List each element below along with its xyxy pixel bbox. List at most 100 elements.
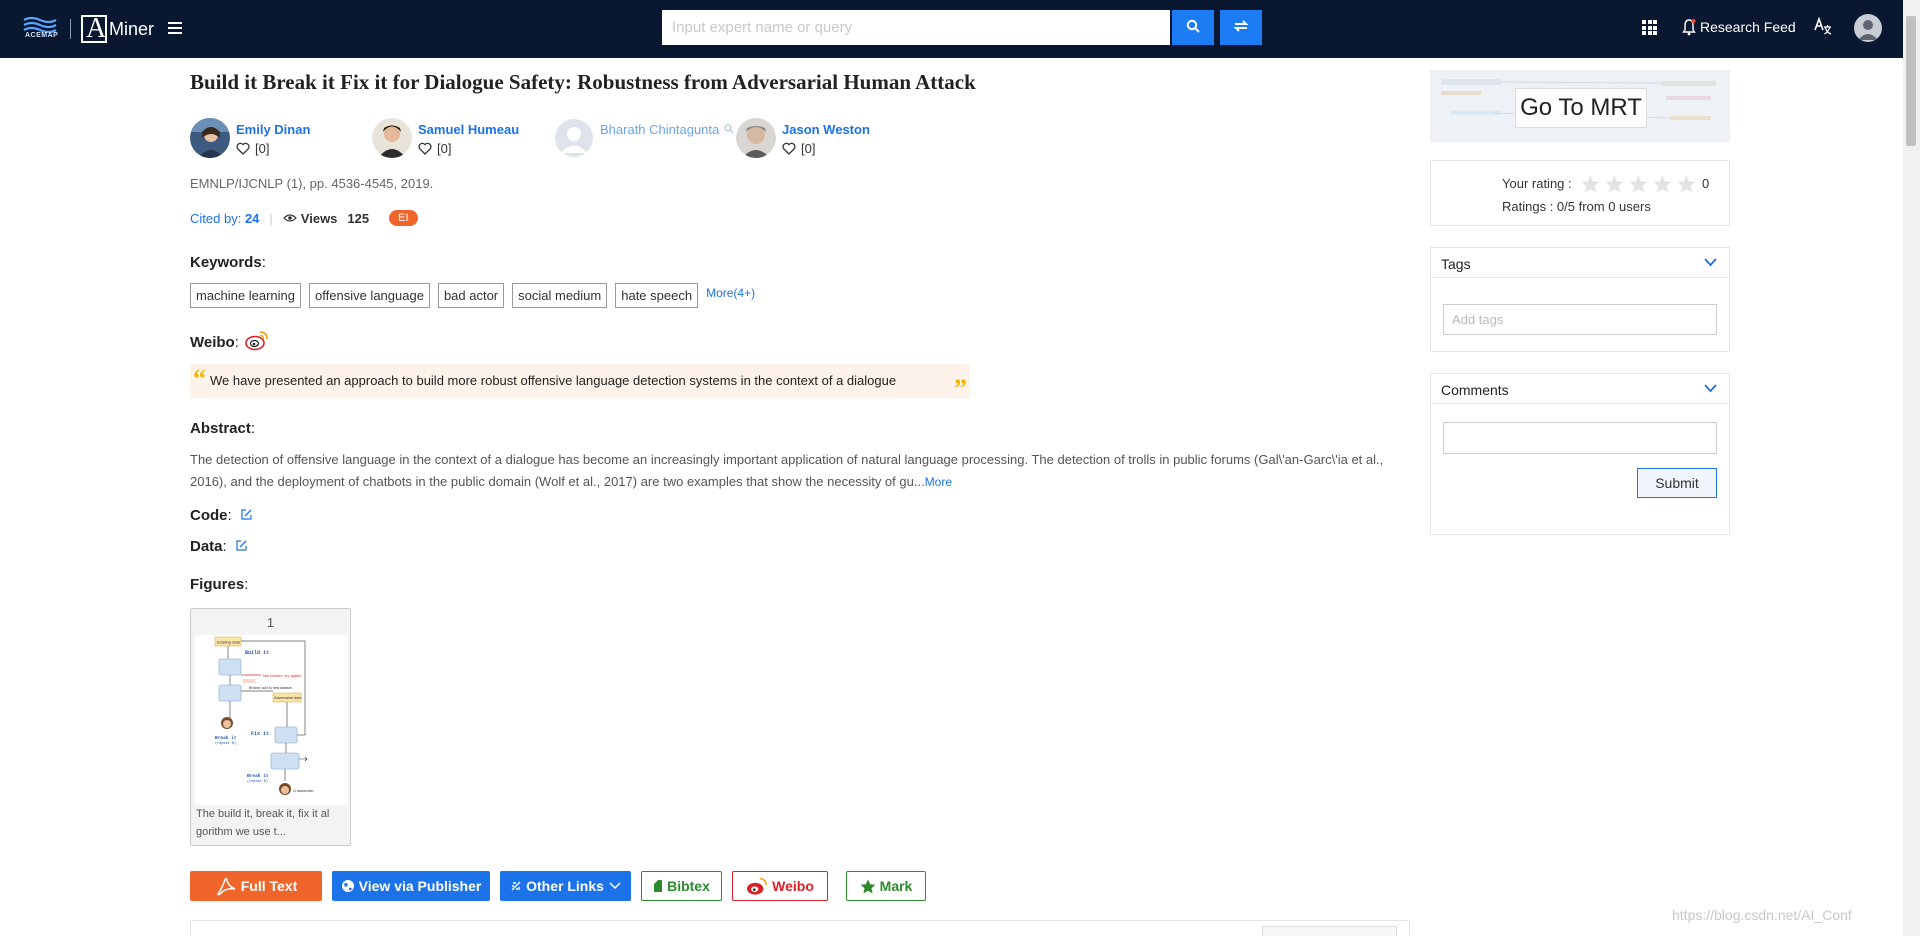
keyword-tag[interactable]: offensive language [309, 283, 430, 308]
keyword-tag[interactable]: machine learning [190, 283, 302, 308]
tags-panel-header[interactable]: Tags [1431, 248, 1729, 278]
tags-title: Tags [1441, 256, 1471, 272]
comments-panel-header[interactable]: Comments [1431, 374, 1729, 404]
author-photo[interactable] [190, 118, 230, 158]
go-to-mrt-card[interactable]: Go To MRT [1430, 70, 1730, 142]
bell-icon [1682, 19, 1696, 36]
bibtex-button[interactable]: Bibtex [641, 871, 722, 901]
open-quote-icon: “ [193, 364, 206, 393]
logo-separator [70, 19, 71, 39]
user-avatar-icon[interactable] [1854, 14, 1882, 42]
user-silhouette-icon [1858, 20, 1878, 40]
rating-star-icon[interactable] [1677, 175, 1696, 193]
heart-icon [418, 142, 432, 155]
rating-star-icon[interactable] [1629, 175, 1648, 193]
eye-icon [282, 214, 297, 222]
code-heading: Code: [190, 507, 253, 524]
rating-star-icon[interactable] [1605, 175, 1624, 193]
swap-search-button[interactable] [1220, 10, 1262, 45]
link-icon [511, 881, 521, 891]
author-avatar-icon [190, 118, 230, 158]
chevron-down-icon[interactable] [1704, 384, 1717, 393]
keyword-tag[interactable]: hate speech [615, 283, 699, 308]
keyword-tag[interactable]: bad actor [437, 283, 505, 308]
mark-label: Mark [879, 878, 913, 894]
keyword-tag[interactable]: social medium [512, 283, 608, 308]
full-text-button[interactable]: Full Text [190, 871, 322, 901]
other-links-label: Other Links [526, 878, 604, 894]
author-photo-placeholder[interactable] [554, 118, 594, 158]
tags-panel: Tags [1430, 247, 1730, 352]
code-colon: : [227, 507, 232, 524]
author-follow[interactable]: [0] [782, 141, 815, 156]
watermark-text: https://blog.csdn.net/AI_Conf [1672, 907, 1852, 923]
comments-title: Comments [1441, 382, 1509, 398]
figures-heading: Figures: [190, 576, 248, 593]
author-photo[interactable] [736, 118, 776, 158]
author-photo[interactable] [372, 118, 412, 158]
author-follow[interactable]: [0] [236, 141, 269, 156]
go-to-mrt-button[interactable]: Go To MRT [1515, 88, 1647, 128]
views-count: 125 [347, 210, 370, 226]
chevron-down-icon[interactable] [1704, 258, 1717, 267]
author-name[interactable]: Jason Weston [782, 122, 870, 137]
heart-icon [236, 142, 250, 155]
weibo-heading: Weibo: [190, 334, 239, 351]
acemap-logo-text: ACEMAP [25, 32, 59, 39]
author-name[interactable]: Bharath Chintagunta [600, 122, 719, 137]
comment-input[interactable] [1443, 422, 1717, 454]
rating-star-icon[interactable] [1581, 175, 1600, 193]
abstract-more-link[interactable]: More [925, 475, 952, 489]
rating-stars[interactable] [1581, 175, 1701, 193]
code-label: Code [190, 507, 228, 524]
research-feed-link[interactable]: Research Feed [1682, 18, 1796, 36]
bottom-panel-tab[interactable] [1262, 926, 1397, 936]
acemap-logo[interactable]: ACEMAP [22, 16, 58, 42]
search-input[interactable] [662, 10, 1170, 45]
search-button[interactable] [1172, 10, 1214, 45]
figure-number: 1 [266, 615, 275, 630]
mark-button[interactable]: Mark [846, 871, 926, 901]
research-feed-label: Research Feed [1700, 19, 1796, 35]
default-avatar-icon [554, 118, 594, 158]
figure-text-break: Break it [215, 735, 237, 741]
view-via-publisher-button[interactable]: View via Publisher [332, 871, 490, 901]
figure-text-build: Build it [245, 650, 269, 656]
paper-metrics: Cited by: 24 | Views 125 EI [190, 210, 418, 226]
edit-code-icon[interactable] [240, 508, 253, 521]
globe-icon [341, 880, 354, 892]
cited-by-count: 24 [244, 210, 260, 226]
keywords-more-link[interactable]: More(4+) [706, 286, 755, 300]
star-icon [860, 879, 876, 893]
comments-panel: Comments Submit [1430, 373, 1730, 535]
keywords-label: Keywords [190, 254, 262, 271]
figure-card[interactable]: 1 Existing data Build it Not broken: try… [190, 608, 351, 846]
author-name[interactable]: Samuel Humeau [418, 122, 519, 137]
edit-data-icon[interactable] [235, 539, 248, 552]
logo-group[interactable]: ACEMAP A Miner [22, 13, 154, 44]
submit-comment-button[interactable]: Submit [1637, 468, 1717, 498]
add-tags-input[interactable] [1443, 304, 1717, 335]
author-follow[interactable]: [0] [418, 141, 451, 156]
cited-by-link[interactable]: Cited by: 24 [190, 211, 259, 226]
author-name[interactable]: Emily Dinan [236, 122, 310, 137]
figure-caption: The build it, break it, fix it al gorith… [196, 808, 330, 838]
aminer-logo-text[interactable]: Miner [109, 19, 154, 40]
search-author-icon[interactable] [724, 124, 734, 134]
figure-text-crowdworker: Crowdworker [293, 789, 314, 793]
paper-title: Build it Break it Fix it for Dialogue Sa… [190, 70, 976, 94]
weibo-share-button[interactable]: Weibo [732, 871, 828, 901]
scrollbar-thumb[interactable] [1906, 16, 1916, 146]
keywords-heading: Keywords: [190, 254, 266, 271]
aminer-logo-mark[interactable]: A [81, 13, 107, 44]
figure-thumbnail[interactable]: Existing data Build it Not broken: try a… [195, 635, 348, 805]
publisher-label: View via Publisher [358, 878, 482, 894]
other-links-dropdown[interactable]: Other Links [500, 871, 631, 901]
menu-icon[interactable] [168, 22, 182, 34]
weibo-quote: “ We have presented an approach to build… [190, 364, 970, 402]
rating-value: 0 [1702, 176, 1710, 191]
figures-colon: : [244, 576, 249, 593]
language-icon[interactable] [1812, 16, 1832, 41]
rating-star-icon[interactable] [1653, 175, 1672, 193]
apps-grid-icon[interactable] [1642, 20, 1657, 35]
